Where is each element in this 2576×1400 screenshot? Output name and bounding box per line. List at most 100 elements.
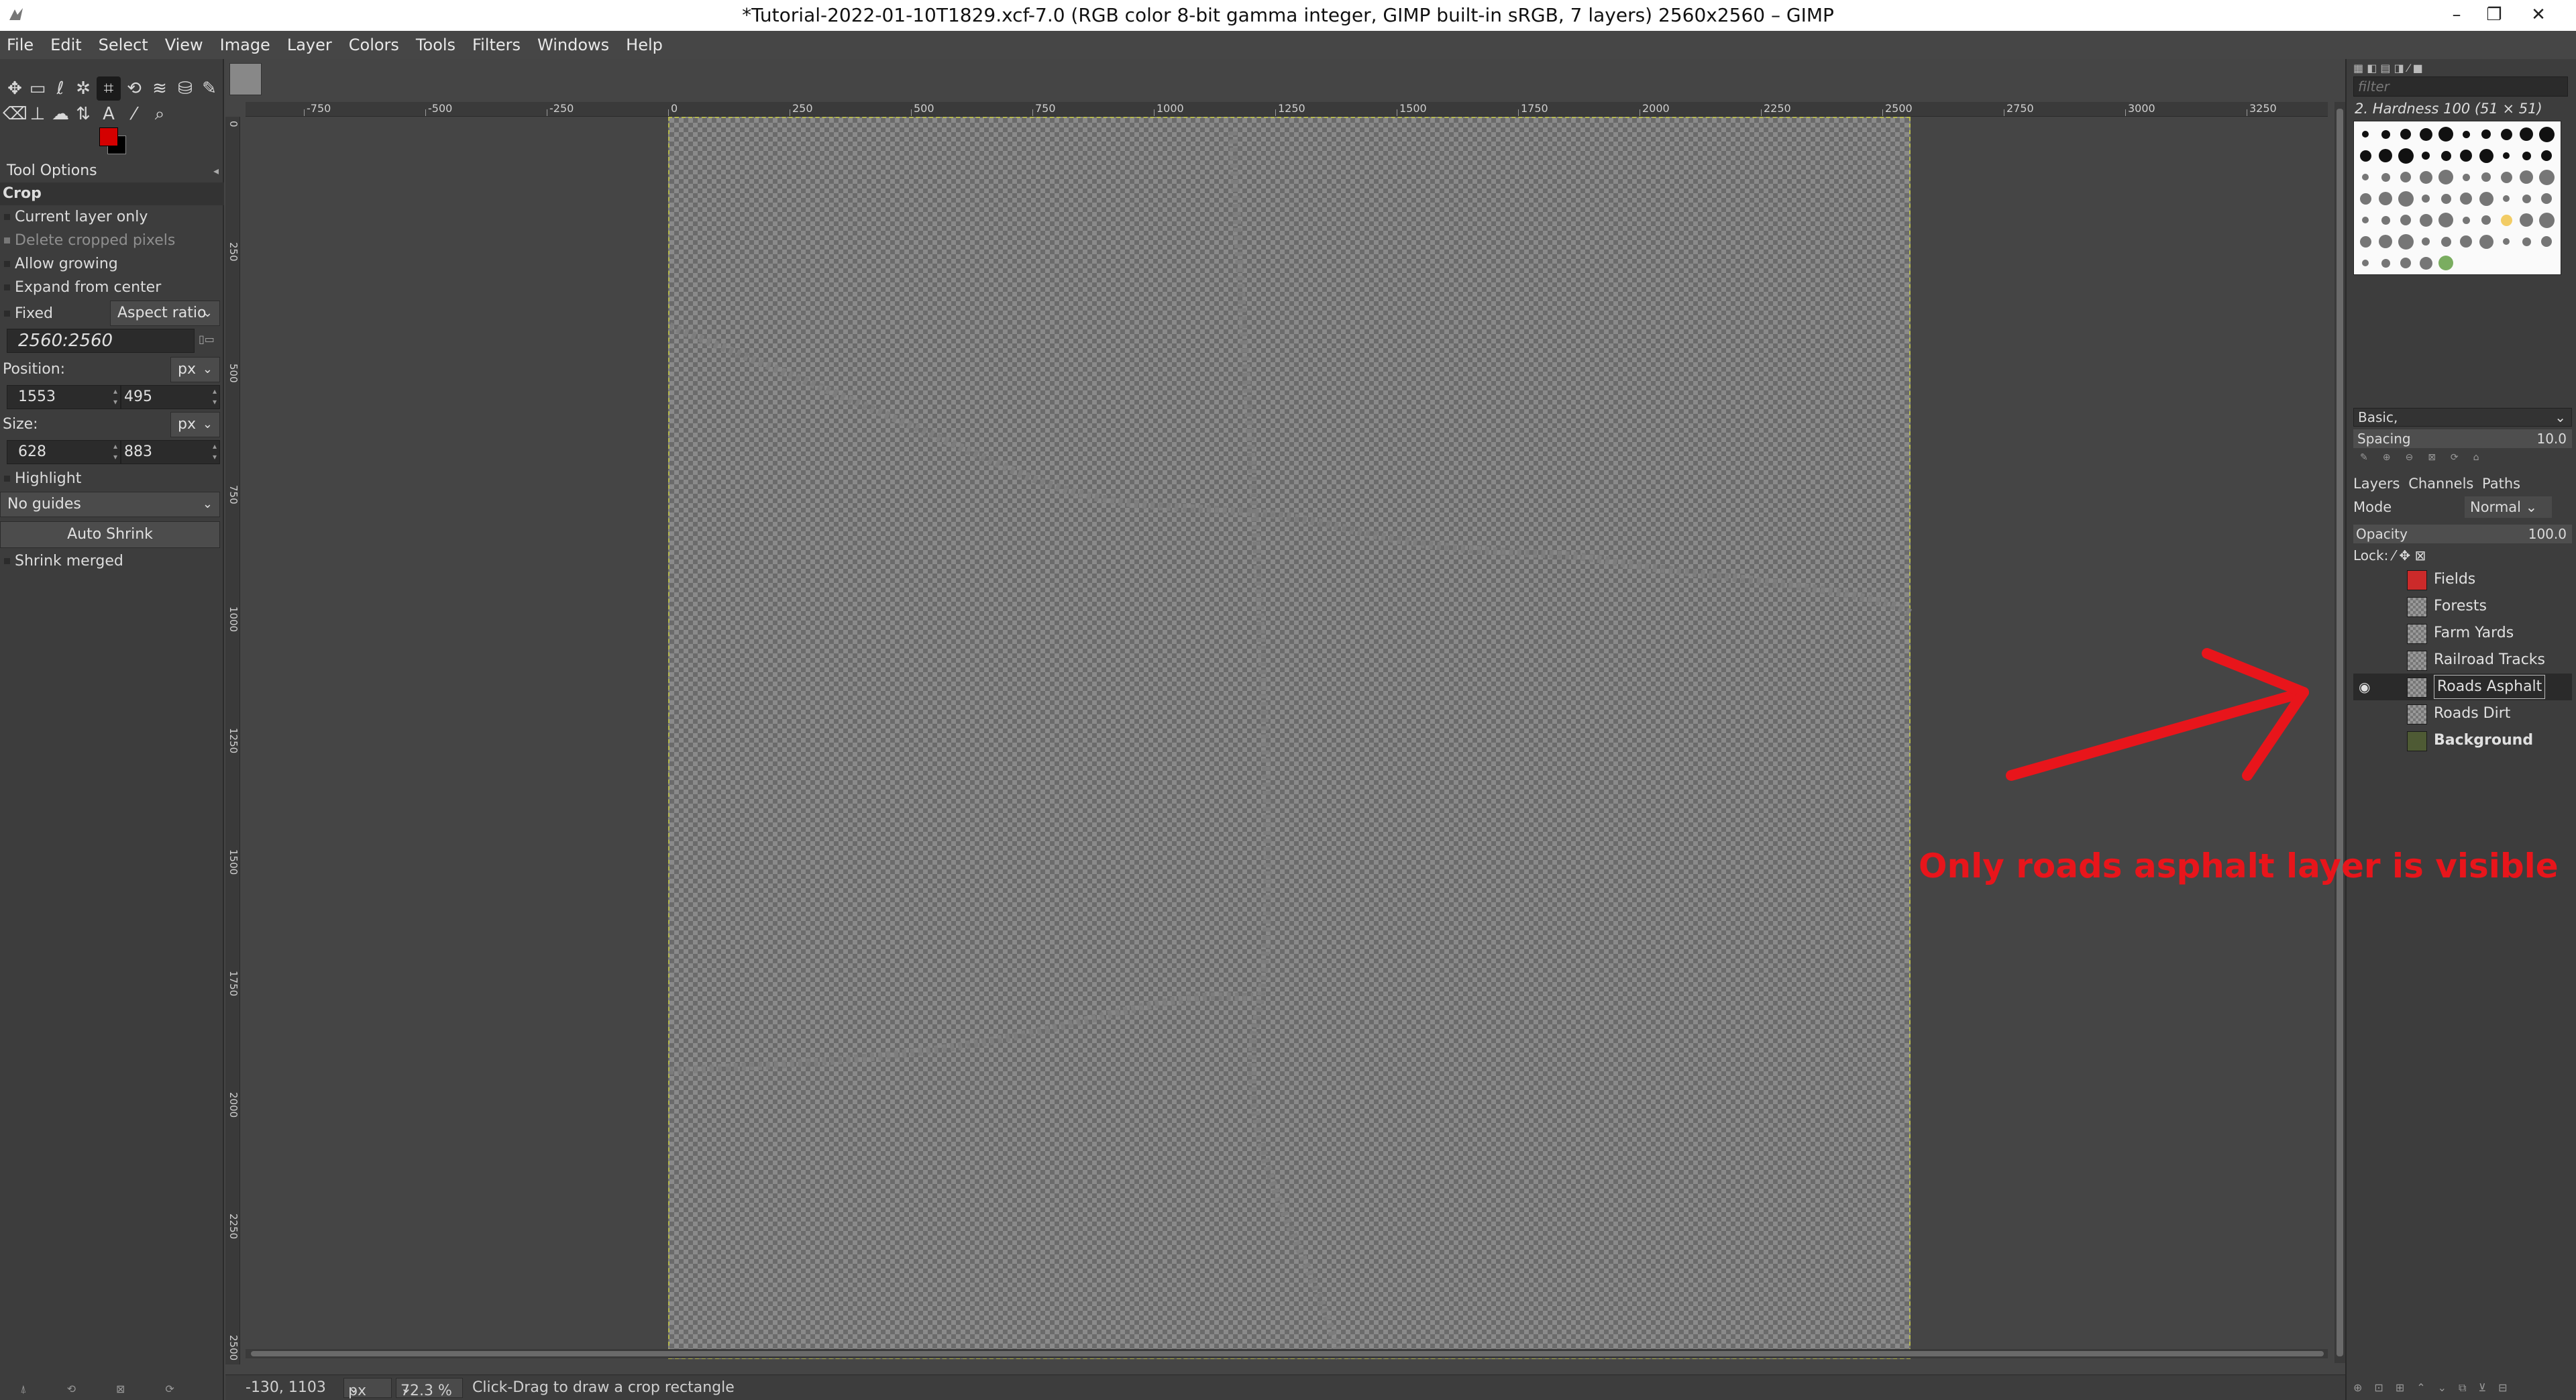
brush-thumbnail[interactable] bbox=[2538, 212, 2555, 228]
brush-thumbnail[interactable] bbox=[2520, 127, 2533, 141]
brush-thumbnail[interactable] bbox=[2438, 170, 2453, 184]
fuzzy-select-tool-icon[interactable]: ✲ bbox=[71, 76, 95, 101]
brush-spacing-slider[interactable]: Spacing 10.0 bbox=[2353, 429, 2572, 448]
brush-thumbnail[interactable] bbox=[2398, 191, 2414, 207]
brush-thumbnail[interactable] bbox=[2359, 193, 2371, 205]
panel-menu-icon[interactable]: ◂ bbox=[213, 160, 219, 182]
brush-thumbnail[interactable] bbox=[2440, 236, 2451, 247]
brush-thumbnail[interactable] bbox=[2541, 193, 2552, 204]
brush-thumbnail[interactable] bbox=[2522, 151, 2531, 160]
move-tool-icon[interactable]: ✥ bbox=[3, 76, 27, 101]
brush-thumbnail[interactable] bbox=[2438, 256, 2453, 270]
free-select-tool-icon[interactable]: ℓ bbox=[48, 76, 72, 101]
position-unit-dropdown[interactable]: px ⌄ bbox=[170, 357, 220, 382]
unit-dropdown[interactable]: px ⌄ bbox=[343, 1378, 392, 1399]
brush-action-icons[interactable]: ✎⊕⊖⊠⟳⌂ bbox=[2360, 452, 2494, 463]
brush-thumbnail[interactable] bbox=[2479, 234, 2493, 249]
foreground-color-swatch[interactable] bbox=[99, 127, 118, 146]
brush-thumbnail[interactable] bbox=[2520, 170, 2533, 184]
brush-thumbnail[interactable] bbox=[2481, 129, 2491, 139]
brush-thumbnail[interactable] bbox=[2400, 172, 2411, 182]
brush-thumbnail[interactable] bbox=[2419, 170, 2432, 184]
zoom-dropdown[interactable]: 72.3 % ⌄ bbox=[396, 1378, 463, 1399]
brush-thumbnail[interactable] bbox=[2379, 149, 2392, 162]
brush-thumbnail[interactable] bbox=[2481, 172, 2491, 182]
brush-thumbnail[interactable] bbox=[2479, 148, 2493, 163]
menu-edit[interactable]: Edit bbox=[44, 31, 87, 59]
highlight-checkbox[interactable]: Highlight bbox=[0, 467, 224, 490]
position-y-input[interactable]: 495 ▴ ▾ bbox=[121, 385, 220, 409]
tab-channels[interactable]: Channels bbox=[2408, 476, 2473, 492]
menu-windows[interactable]: Windows bbox=[531, 31, 615, 59]
position-x-input[interactable]: 1553 ▴ ▾ bbox=[7, 385, 121, 409]
brush-thumbnail[interactable] bbox=[2362, 260, 2369, 266]
maximize-button[interactable]: ❐ bbox=[2481, 1, 2508, 28]
visibility-eye-icon[interactable]: ◉ bbox=[2359, 674, 2379, 700]
image-canvas[interactable] bbox=[668, 117, 1912, 1360]
paths-tool-icon[interactable]: ⇅ bbox=[71, 102, 95, 126]
brush-thumbnail[interactable] bbox=[2440, 150, 2451, 161]
menu-filters[interactable]: Filters bbox=[466, 31, 527, 59]
warp-tool-icon[interactable]: ≋ bbox=[148, 76, 172, 101]
smudge-tool-icon[interactable]: ☁ bbox=[48, 102, 72, 126]
menu-colors[interactable]: Colors bbox=[343, 31, 405, 59]
brush-thumbnail[interactable] bbox=[2440, 193, 2451, 204]
brush-thumbnail[interactable] bbox=[2398, 233, 2414, 250]
brush-thumbnail[interactable] bbox=[2438, 127, 2453, 142]
brush-thumbnail[interactable] bbox=[2500, 214, 2512, 226]
brush-thumbnail[interactable] bbox=[2381, 129, 2390, 139]
layer-row[interactable]: Roads Dirt bbox=[2353, 700, 2572, 727]
brush-thumbnail[interactable] bbox=[2362, 174, 2369, 180]
layer-row[interactable]: Background bbox=[2353, 727, 2572, 754]
horizontal-scrollbar[interactable] bbox=[246, 1349, 2328, 1358]
brush-thumbnail[interactable] bbox=[2400, 129, 2411, 140]
tab-layers[interactable]: Layers bbox=[2353, 476, 2400, 492]
brush-filter-input[interactable]: filter bbox=[2353, 76, 2568, 97]
brush-thumbnail[interactable] bbox=[2381, 172, 2390, 182]
brush-thumbnail[interactable] bbox=[2462, 130, 2470, 138]
brush-thumbnail[interactable] bbox=[2538, 169, 2555, 185]
brush-thumbnail[interactable] bbox=[2381, 215, 2390, 225]
brush-thumbnail[interactable] bbox=[2462, 173, 2470, 181]
menu-file[interactable]: File bbox=[0, 31, 40, 59]
brush-thumbnail[interactable] bbox=[2462, 216, 2470, 224]
menu-select[interactable]: Select bbox=[93, 31, 154, 59]
menu-layer[interactable]: Layer bbox=[281, 31, 338, 59]
horizontal-ruler[interactable]: -750 -500 -250 0 250 500 750 1000 1250 1500 1750 20… bbox=[246, 102, 2328, 117]
fixed-checkbox[interactable]: Fixed bbox=[0, 302, 53, 325]
brush-thumbnail[interactable] bbox=[2503, 152, 2510, 159]
current-layer-only-checkbox[interactable]: Current layer only bbox=[0, 205, 224, 229]
size-height-input[interactable]: 883 ▴ ▾ bbox=[121, 440, 220, 464]
fixed-mode-dropdown[interactable]: Aspect ratio ⌄ bbox=[110, 301, 220, 326]
brush-thumbnail[interactable] bbox=[2379, 235, 2392, 248]
brush-thumbnail[interactable] bbox=[2419, 256, 2432, 270]
brush-grid[interactable] bbox=[2353, 121, 2561, 275]
brush-thumbnail[interactable] bbox=[2481, 215, 2491, 225]
guides-dropdown[interactable]: No guides ⌄ bbox=[0, 492, 220, 517]
brush-thumbnail[interactable] bbox=[2460, 193, 2472, 205]
auto-shrink-button[interactable]: Auto Shrink bbox=[0, 521, 220, 548]
brush-thumbnail[interactable] bbox=[2541, 236, 2552, 247]
brush-thumbnail[interactable] bbox=[2520, 213, 2533, 227]
minimize-button[interactable]: – bbox=[2443, 1, 2470, 28]
dock-tab-icons[interactable]: ▦ ◧ ▤ ◨ ⁄ ■ bbox=[2353, 62, 2423, 74]
color-picker-tool-icon[interactable]: ⁄ bbox=[122, 102, 146, 126]
brush-thumbnail[interactable] bbox=[2500, 171, 2512, 183]
brush-preset-dropdown[interactable]: Basic, ⌄ bbox=[2353, 408, 2572, 427]
brush-thumbnail[interactable] bbox=[2460, 150, 2472, 162]
brush-thumbnail[interactable] bbox=[2400, 258, 2411, 268]
size-unit-dropdown[interactable]: px ⌄ bbox=[170, 412, 220, 437]
brush-thumbnail[interactable] bbox=[2460, 235, 2472, 248]
delete-cropped-pixels-checkbox[interactable]: Delete cropped pixels bbox=[0, 229, 224, 252]
aspect-ratio-input[interactable]: 2560:2560 bbox=[7, 329, 195, 353]
lock-icons[interactable]: ⁄ ✥ ⊠ bbox=[2393, 547, 2426, 563]
bucket-fill-tool-icon[interactable]: ⛁ bbox=[173, 76, 197, 101]
vertical-scrollbar[interactable] bbox=[2334, 102, 2345, 1363]
brush-thumbnail[interactable] bbox=[2419, 127, 2432, 141]
brush-thumbnail[interactable] bbox=[2379, 192, 2392, 205]
transform-tool-icon[interactable]: ⟲ bbox=[122, 76, 146, 101]
menu-view[interactable]: View bbox=[159, 31, 209, 59]
layer-row[interactable]: ◉ Roads Asphalt bbox=[2353, 674, 2572, 700]
close-button[interactable]: ✕ bbox=[2525, 1, 2552, 28]
brush-thumbnail[interactable] bbox=[2398, 148, 2414, 164]
